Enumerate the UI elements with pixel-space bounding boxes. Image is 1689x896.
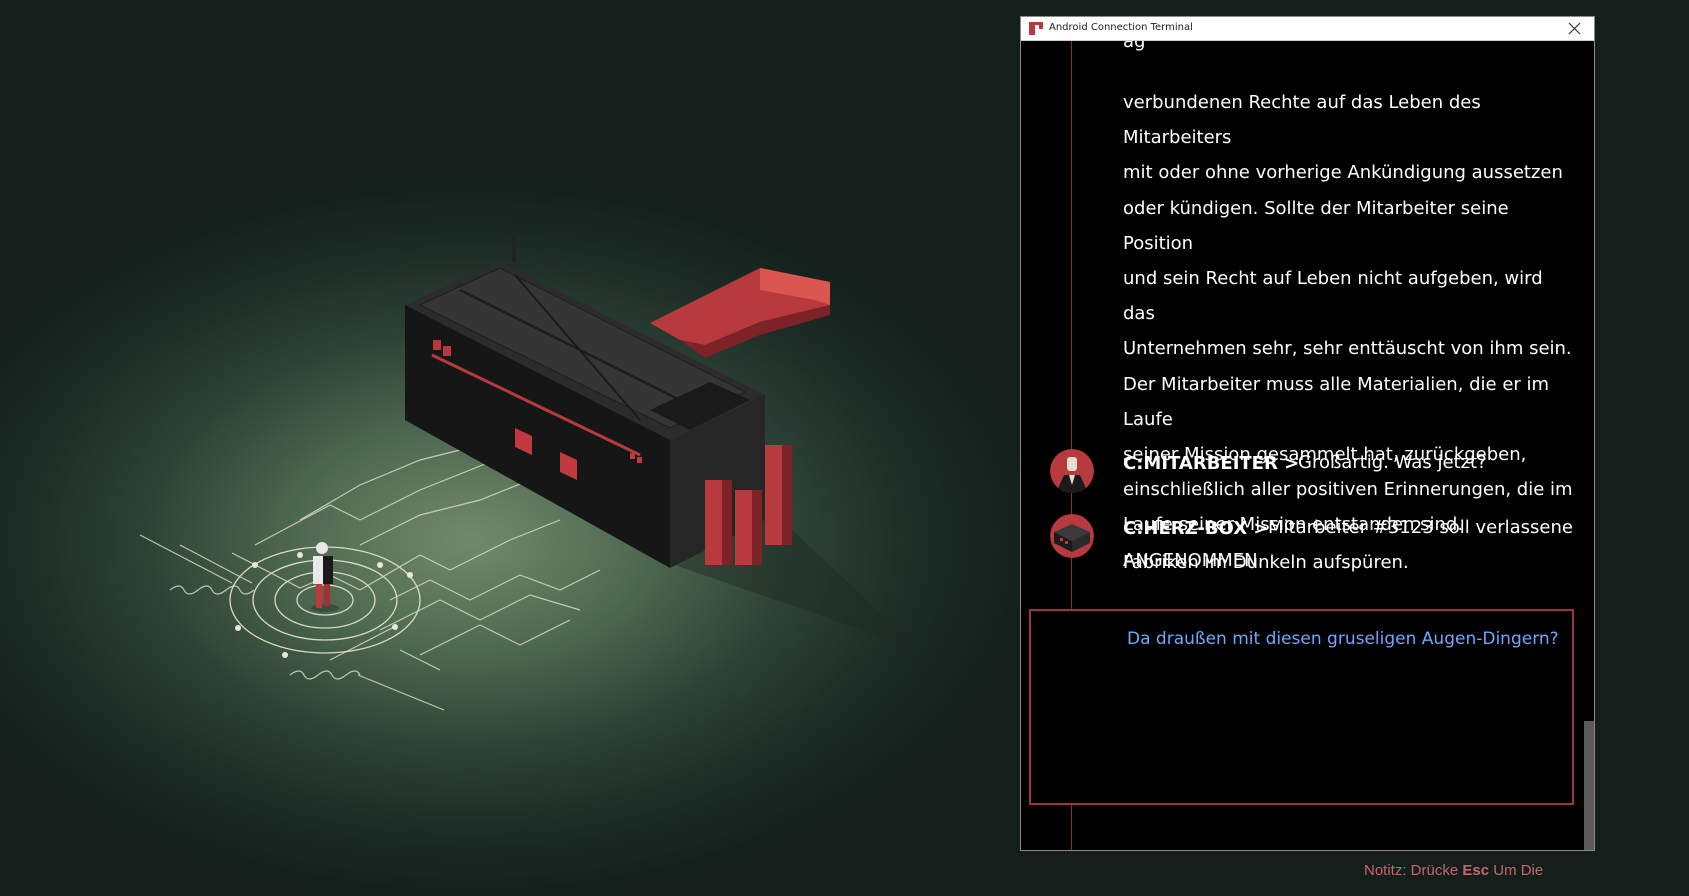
message-text-heart-box-line2: Fabriken im Dunkeln aufspüren. xyxy=(1123,552,1409,573)
scrollbar-thumb[interactable] xyxy=(1584,721,1594,850)
dialogue-options-box: Da draußen mit diesen gruseligen Augen-D… xyxy=(1029,609,1574,805)
speaker-label-heart-box: C:HERZ-BOX > xyxy=(1123,518,1269,539)
message-text-employee: Großartig. Was jetzt? xyxy=(1298,452,1487,473)
dialogue-option[interactable]: Da draußen mit diesen gruseligen Augen-D… xyxy=(1127,629,1559,649)
chat-message-employee: C:MITARBEITER > Großartig. Was jetzt? xyxy=(1021,442,1581,493)
scrollbar[interactable] xyxy=(1584,41,1594,850)
footer-note: Notitz: Drücke Esc Um Die xyxy=(1364,862,1543,879)
android-connection-terminal-window: Android Connection Terminal ag verbunden… xyxy=(1020,16,1595,851)
close-button[interactable] xyxy=(1558,17,1592,40)
footer-note-prefix: Notitz: Drücke xyxy=(1364,862,1463,879)
footer-note-key: Esc xyxy=(1462,862,1490,879)
red-pipe xyxy=(650,268,830,358)
clipped-text-line: ag xyxy=(1123,41,1578,51)
window-titlebar: Android Connection Terminal xyxy=(1021,17,1594,41)
app-icon xyxy=(1029,22,1043,35)
contract-text: verbundenen Rechte auf das Leben des Mit… xyxy=(1123,92,1573,571)
heart-box-avatar-icon xyxy=(1050,514,1094,558)
window-title: Android Connection Terminal xyxy=(1049,22,1193,33)
footer-note-suffix: Um Die xyxy=(1489,862,1544,879)
message-text-heart-box-line1: Mitarbeiter #3123 soll verlassene xyxy=(1268,517,1573,538)
close-icon xyxy=(1568,22,1581,35)
chat-message-heart-box: C:HERZ-BOX > Mitarbeiter #3123 soll verl… xyxy=(1021,507,1581,587)
employee-avatar-icon xyxy=(1050,449,1094,493)
speaker-label-employee: C:MITARBEITER > xyxy=(1123,453,1300,474)
